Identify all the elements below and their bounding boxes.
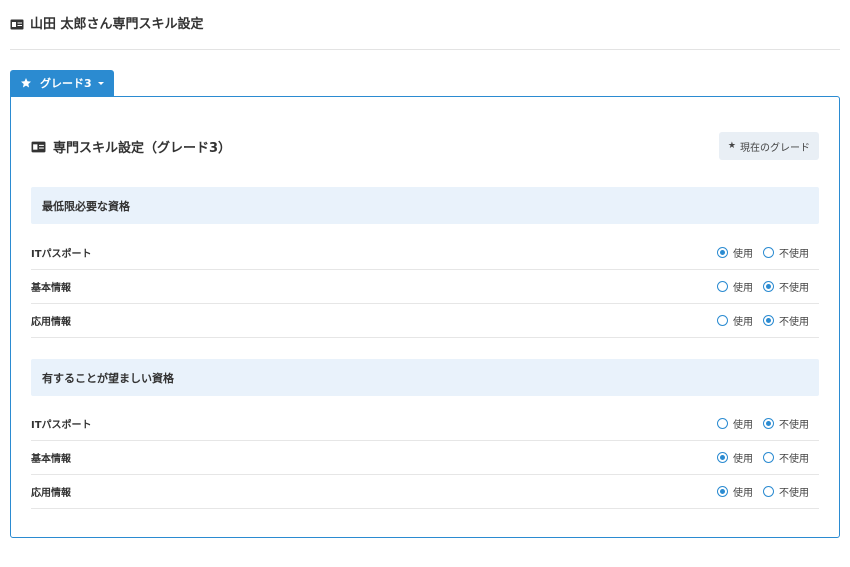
qualification-row: 基本情報 使用 不使用 (31, 441, 819, 475)
use-radio[interactable]: 使用 (717, 450, 753, 465)
qualification-label: 応用情報 (31, 488, 71, 499)
radio-checked-icon (763, 315, 774, 326)
qualification-label: 基本情報 (31, 283, 71, 294)
star-icon (21, 78, 31, 88)
use-radio[interactable]: 使用 (717, 313, 753, 328)
grade-tab-label: グレード3 (40, 77, 92, 90)
radio-checked-icon (717, 486, 728, 497)
not-use-radio[interactable]: 不使用 (763, 450, 809, 465)
panel-title-text: 専門スキル設定（グレード3） (53, 141, 232, 156)
qualification-label: ITパスポート (31, 249, 92, 260)
page-title: 山田 太郎さん専門スキル設定 (30, 17, 204, 32)
caret-down-icon (97, 81, 104, 85)
radio-unchecked-icon (763, 247, 774, 258)
radio-unchecked-icon (717, 281, 728, 292)
not-use-radio[interactable]: 不使用 (763, 279, 809, 294)
use-radio[interactable]: 使用 (717, 245, 753, 260)
qualification-row: 応用情報 使用 不使用 (31, 304, 819, 338)
qualification-row: 基本情報 使用 不使用 (31, 270, 819, 304)
usage-radio-group: 使用 不使用 (707, 450, 819, 465)
usage-radio-group: 使用 不使用 (707, 245, 819, 260)
page-header: 山田 太郎さん専門スキル設定 (10, 16, 840, 50)
radio-unchecked-icon (717, 315, 728, 326)
qualification-row: ITパスポート 使用 不使用 (31, 236, 819, 270)
use-radio[interactable]: 使用 (717, 279, 753, 294)
current-grade-badge: ★ 現在のグレード (718, 132, 819, 160)
section-header-preferred: 有することが望ましい資格 (31, 359, 819, 396)
panel-title: 専門スキル設定（グレード3） (31, 137, 231, 156)
skill-settings-panel: 専門スキル設定（グレード3） ★ 現在のグレード 最低限必要な資格 ITパスポー… (10, 96, 840, 538)
usage-radio-group: 使用 不使用 (707, 416, 819, 431)
radio-checked-icon (717, 247, 728, 258)
qualification-row: 応用情報 使用 不使用 (31, 475, 819, 509)
radio-checked-icon (717, 452, 728, 463)
section-header-required: 最低限必要な資格 (31, 187, 819, 224)
qualification-label: 応用情報 (31, 317, 71, 328)
use-radio[interactable]: 使用 (717, 484, 753, 499)
grade-dropdown-tab[interactable]: グレード3 (10, 70, 114, 96)
not-use-radio[interactable]: 不使用 (763, 313, 809, 328)
radio-checked-icon (763, 418, 774, 429)
id-card-icon (31, 141, 46, 152)
radio-unchecked-icon (763, 452, 774, 463)
use-radio[interactable]: 使用 (717, 416, 753, 431)
not-use-radio[interactable]: 不使用 (763, 245, 809, 260)
id-card-icon (10, 19, 24, 30)
usage-radio-group: 使用 不使用 (707, 313, 819, 328)
radio-unchecked-icon (763, 486, 774, 497)
not-use-radio[interactable]: 不使用 (763, 484, 809, 499)
qualification-label: ITパスポート (31, 420, 92, 431)
qualification-row: ITパスポート 使用 不使用 (31, 407, 819, 441)
current-grade-label: 現在のグレード (740, 142, 810, 154)
radio-unchecked-icon (717, 418, 728, 429)
usage-radio-group: 使用 不使用 (707, 279, 819, 294)
star-icon: ★ (727, 141, 736, 151)
not-use-radio[interactable]: 不使用 (763, 416, 809, 431)
radio-checked-icon (763, 281, 774, 292)
qualification-label: 基本情報 (31, 454, 71, 465)
usage-radio-group: 使用 不使用 (707, 484, 819, 499)
